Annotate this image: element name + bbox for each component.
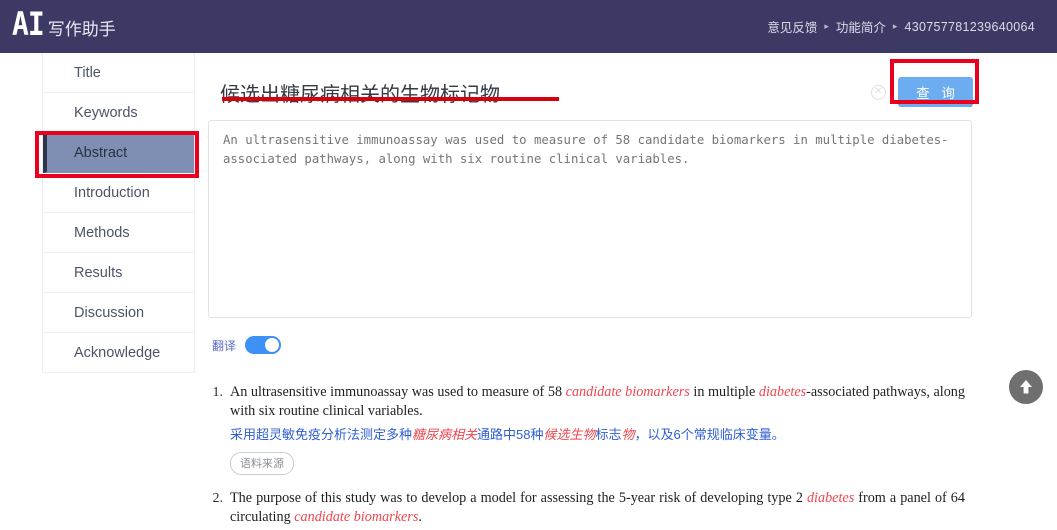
sidebar-item-title[interactable]: Title — [43, 53, 194, 93]
header-nav: 意见反馈 ▸ 功能简介 ▸ 430757781239640064 — [767, 17, 1057, 36]
text-segment: in multiple — [689, 384, 759, 400]
results-list: 1. An ultrasensitive immunoassay was use… — [208, 383, 998, 530]
sidebar-item-abstract[interactable]: Abstract — [43, 133, 194, 173]
scroll-to-top-button[interactable] — [1009, 370, 1043, 404]
main-content: ✕ 查 询 翻译 1. An ultrasensitive immunoassa… — [208, 53, 1057, 530]
toggle-knob — [265, 338, 280, 352]
translate-toggle-row: 翻译 — [212, 336, 282, 354]
close-icon[interactable]: ✕ — [871, 84, 886, 100]
list-item: 1. An ultrasensitive immunoassay was use… — [208, 383, 998, 475]
ai-logo-icon: AI — [12, 4, 45, 43]
translate-label: 翻译 — [212, 338, 237, 353]
nav-feedback[interactable]: 意见反馈 — [767, 17, 817, 36]
sidebar: Title Keywords Abstract Introduction Met… — [42, 53, 195, 373]
highlight-segment: 候选生物 — [543, 427, 596, 442]
result-english: The purpose of this study was to develop… — [230, 489, 965, 527]
highlight-segment: diabetes — [806, 490, 855, 506]
query-button[interactable]: 查 询 — [898, 77, 973, 107]
corpus-source-tag[interactable]: 语料来源 — [230, 452, 294, 475]
sidebar-item-acknowledge[interactable]: Acknowledge — [43, 333, 194, 373]
sidebar-item-keywords[interactable]: Keywords — [43, 93, 194, 133]
nav-feature-intro[interactable]: 功能简介 — [836, 17, 886, 36]
arrow-up-icon — [1020, 380, 1032, 394]
text-segment: 通路中58种 — [477, 427, 544, 442]
result-body: An ultrasensitive immunoassay was used t… — [230, 383, 998, 475]
highlight-segment: candidate biomarkers — [294, 509, 419, 525]
highlight-segment: 糖尿病相关 — [412, 427, 478, 442]
search-row: ✕ 查 询 — [208, 68, 973, 116]
translate-toggle[interactable] — [245, 336, 282, 354]
text-segment: . — [418, 509, 422, 525]
highlight-segment: candidate biomarkers — [565, 384, 690, 400]
text-segment: 标志 — [595, 427, 622, 442]
app-header: AI 写作助手 意见反馈 ▸ 功能简介 ▸ 430757781239640064 — [0, 0, 1057, 53]
result-index: 2. — [212, 491, 224, 506]
result-body: The purpose of this study was to develop… — [230, 489, 998, 527]
sidebar-item-results[interactable]: Results — [43, 253, 194, 293]
text-segment: An ultrasensitive immunoassay was used t… — [230, 384, 566, 400]
annotation-underline-title — [222, 97, 559, 101]
brand: AI 写作助手 — [0, 8, 116, 41]
sidebar-item-introduction[interactable]: Introduction — [43, 173, 194, 213]
highlight-segment: 物 — [621, 427, 635, 442]
sidebar-item-discussion[interactable]: Discussion — [43, 293, 194, 333]
sidebar-item-methods[interactable]: Methods — [43, 213, 194, 253]
highlight-segment: diabetes — [758, 384, 807, 400]
chevron-right-icon-1: ▸ — [824, 21, 829, 31]
chevron-right-icon-2: ▸ — [892, 21, 898, 31]
result-chinese: 采用超灵敏免疫分析法测定多种糖尿病相关通路中58种候选生物标志物，以及6个常规临… — [230, 424, 998, 445]
text-segment: ，以及6个常规临床变量。 — [634, 427, 785, 442]
app-root: AI 写作助手 意见反馈 ▸ 功能简介 ▸ 430757781239640064… — [0, 0, 1057, 530]
brand-name: 写作助手 — [47, 19, 116, 39]
list-item: 2. The purpose of this study was to deve… — [208, 489, 998, 527]
result-english: An ultrasensitive immunoassay was used t… — [230, 383, 965, 421]
text-segment: 采用超灵敏免疫分析法测定多种 — [230, 427, 413, 442]
abstract-textarea[interactable] — [208, 120, 972, 318]
text-segment: The purpose of this study was to develop… — [230, 490, 807, 506]
result-index: 1. — [212, 385, 224, 400]
user-id[interactable]: 430757781239640064 — [904, 20, 1035, 34]
